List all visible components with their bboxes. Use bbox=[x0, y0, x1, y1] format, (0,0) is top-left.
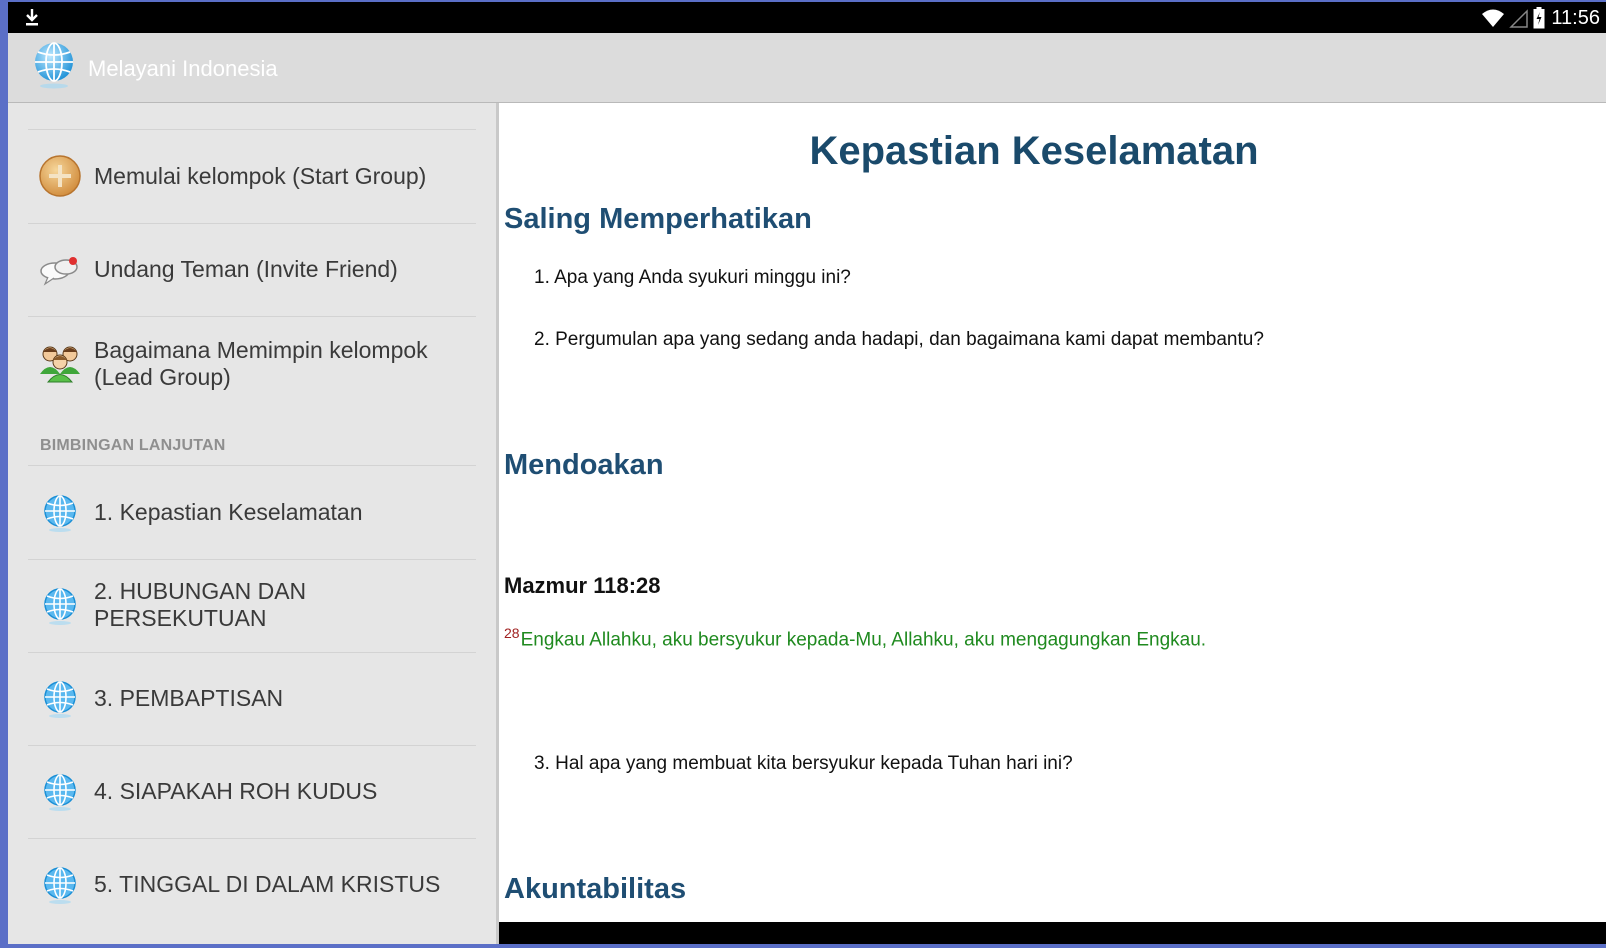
people-group-icon bbox=[40, 346, 80, 383]
page-title: Kepastian Keselamatan bbox=[809, 129, 1259, 173]
verse-number: 28 bbox=[504, 625, 520, 641]
question: 3. Hal apa yang membuat kita bersyukur k… bbox=[534, 753, 1073, 774]
globe-icon bbox=[44, 867, 76, 904]
download-icon bbox=[26, 9, 38, 26]
lesson-content[interactable]: Kepastian Keselamatan Saling Memperhatik… bbox=[499, 103, 1606, 922]
drawer-item-start-group[interactable]: Memulai kelompok (Start Group) bbox=[28, 130, 476, 222]
plus-circle-icon bbox=[39, 155, 81, 197]
status-bar: 11:56 bbox=[8, 2, 1606, 33]
drawer-item-label: 3. PEMBAPTISAN bbox=[94, 684, 284, 711]
drawer-item-lesson-3[interactable]: 3. PEMBAPTISAN bbox=[28, 652, 476, 744]
question: 2. Pergumulan apa yang sedang anda hadap… bbox=[534, 329, 1264, 350]
verse-text: 28Engkau Allahku, aku bersyukur kepada-M… bbox=[504, 625, 1206, 651]
globe-icon bbox=[44, 681, 76, 718]
globe-icon bbox=[44, 495, 76, 532]
app-title[interactable]: Melayani Indonesia bbox=[88, 56, 278, 82]
bottom-bar bbox=[499, 922, 1606, 944]
drawer-item-label: 5. TINGGAL DI DALAM KRISTUS bbox=[94, 870, 441, 897]
globe-app-icon[interactable] bbox=[32, 42, 76, 90]
drawer-item-label: Undang Teman (Invite Friend) bbox=[94, 255, 398, 282]
section-heading: Mendoakan bbox=[504, 449, 664, 481]
drawer-item-lesson-4[interactable]: 4. SIAPAKAH ROH KUDUS bbox=[28, 745, 476, 837]
drawer-item-lead-group[interactable]: Bagaimana Memimpin kelompok (Lead Group) bbox=[28, 316, 476, 428]
globe-icon bbox=[44, 588, 76, 625]
drawer-item-label: Bagaimana Memimpin kelompok (Lead Group) bbox=[94, 337, 428, 390]
section-header: BIMBINGAN LANJUTAN bbox=[40, 437, 226, 454]
wifi-icon bbox=[1482, 9, 1505, 27]
drawer-item-lesson-5[interactable]: 5. TINGGAL DI DALAM KRISTUS bbox=[28, 838, 476, 930]
chat-bubbles-icon bbox=[40, 257, 78, 286]
globe-icon bbox=[44, 774, 76, 811]
drawer-item-label: 2. HUBUNGAN DAN PERSEKUTUAN bbox=[94, 578, 307, 631]
section-heading: Akuntabilitas bbox=[504, 873, 687, 905]
section-heading: Saling Memperhatikan bbox=[504, 203, 812, 235]
drawer-item-lesson-1[interactable]: 1. Kepastian Keselamatan bbox=[28, 466, 476, 558]
signal-icon bbox=[1509, 9, 1529, 28]
action-bar: Melayani Indonesia bbox=[8, 33, 1606, 104]
battery-icon bbox=[1533, 7, 1545, 29]
navigation-drawer: Memulai kelompok (Start Group) Undang Te… bbox=[8, 103, 499, 944]
clock: 11:56 bbox=[1551, 6, 1600, 29]
question: 1. Apa yang Anda syukuri minggu ini? bbox=[534, 267, 851, 288]
drawer-item-label: 1. Kepastian Keselamatan bbox=[94, 498, 363, 525]
device-screen: 11:56 Melayani Indonesia Memulai kelompo… bbox=[8, 2, 1606, 944]
drawer-item-label: 4. SIAPAKAH ROH KUDUS bbox=[94, 777, 378, 804]
verse-reference: Mazmur 118:28 bbox=[504, 573, 661, 598]
drawer-item-label: Memulai kelompok (Start Group) bbox=[94, 162, 427, 189]
verse-body: Engkau Allahku, aku bersyukur kepada-Mu,… bbox=[520, 629, 1207, 651]
drawer-item-invite-friend[interactable]: Undang Teman (Invite Friend) bbox=[28, 223, 476, 315]
drawer-item-lesson-2[interactable]: 2. HUBUNGAN DAN PERSEKUTUAN bbox=[28, 559, 476, 651]
